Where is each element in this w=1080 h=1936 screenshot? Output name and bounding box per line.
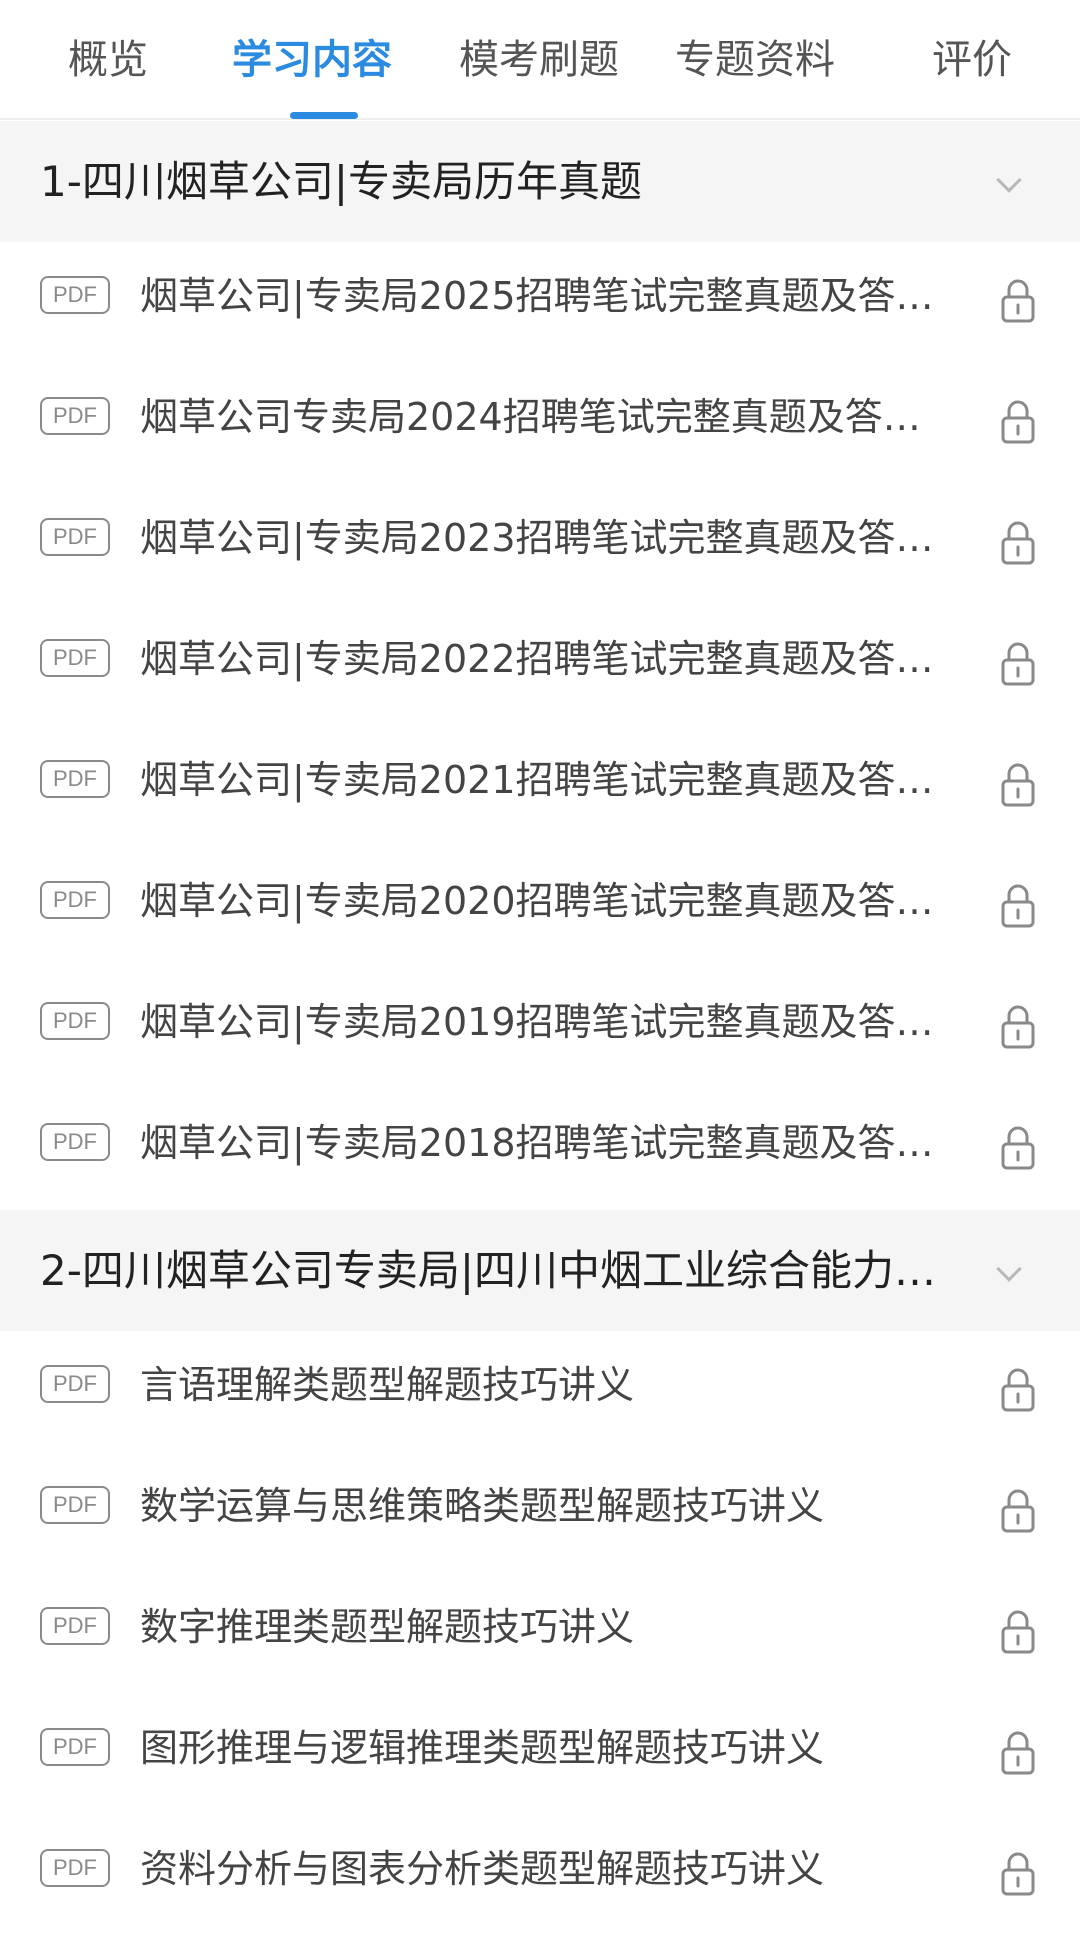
tab-bar: 概览 学习内容 模考刷题 专题资料 评价 xyxy=(0,0,1080,120)
item-title: 烟草公司|专卖局2019招聘笔试完整真题及答… xyxy=(140,1000,934,1044)
pdf-badge: PDF xyxy=(40,1728,110,1766)
lock-icon xyxy=(1001,1126,1035,1170)
pdf-badge: PDF xyxy=(40,639,110,677)
tab-overview[interactable]: 概览 xyxy=(68,28,148,92)
chevron-down-icon xyxy=(996,1256,1022,1282)
list-item[interactable]: PDF 数字推理类题型解题技巧讲义 xyxy=(0,1573,1080,1694)
lock-icon xyxy=(1001,642,1035,686)
item-title: 烟草公司专卖局2024招聘笔试完整真题及答… xyxy=(140,395,921,439)
pdf-badge: PDF xyxy=(40,1123,110,1161)
list-item[interactable]: PDF 数学运算与思维策略类题型解题技巧讲义 xyxy=(0,1452,1080,1573)
list-item[interactable]: PDF 图形推理与逻辑推理类题型解题技巧讲义 xyxy=(0,1694,1080,1815)
item-title: 资料分析与图表分析类题型解题技巧讲义 xyxy=(140,1847,825,1891)
pdf-badge: PDF xyxy=(40,881,110,919)
section-title: 2-四川烟草公司专卖局|四川中烟工业综合能力… xyxy=(40,1246,937,1295)
pdf-badge: PDF xyxy=(40,276,110,314)
active-tab-indicator xyxy=(290,112,358,119)
section-header-2[interactable]: 2-四川烟草公司专卖局|四川中烟工业综合能力… xyxy=(0,1210,1080,1331)
lock-icon xyxy=(1001,1852,1035,1896)
lock-icon xyxy=(1001,1731,1035,1775)
list-item[interactable]: PDF 烟草公司|专卖局2022招聘笔试完整真题及答… xyxy=(0,605,1080,726)
lock-icon xyxy=(1001,1368,1035,1412)
pdf-badge: PDF xyxy=(40,1002,110,1040)
item-title: 言语理解类题型解题技巧讲义 xyxy=(140,1363,635,1407)
tab-reviews[interactable]: 评价 xyxy=(932,28,1012,92)
list-item[interactable]: PDF 烟草公司|专卖局2023招聘笔试完整真题及答… xyxy=(0,484,1080,605)
chevron-down-icon xyxy=(996,167,1022,193)
list-item[interactable]: PDF 烟草公司|专卖局2021招聘笔试完整真题及答… xyxy=(0,726,1080,847)
item-title: 数字推理类题型解题技巧讲义 xyxy=(140,1605,635,1649)
list-item[interactable]: PDF 烟草公司|专卖局2019招聘笔试完整真题及答… xyxy=(0,968,1080,1089)
list-item[interactable]: PDF 言语理解类题型解题技巧讲义 xyxy=(0,1331,1080,1452)
pdf-badge: PDF xyxy=(40,1607,110,1645)
lock-icon xyxy=(1001,763,1035,807)
item-title: 烟草公司|专卖局2023招聘笔试完整真题及答… xyxy=(140,516,934,560)
pdf-badge: PDF xyxy=(40,397,110,435)
pdf-badge: PDF xyxy=(40,518,110,556)
list-item[interactable]: PDF 烟草公司|专卖局2020招聘笔试完整真题及答… xyxy=(0,847,1080,968)
item-title: 烟草公司|专卖局2025招聘笔试完整真题及答… xyxy=(140,274,934,318)
list-item[interactable]: PDF 烟草公司|专卖局2018招聘笔试完整真题及答… xyxy=(0,1089,1080,1210)
lock-icon xyxy=(1001,400,1035,444)
lock-icon xyxy=(1001,1489,1035,1533)
item-title: 烟草公司|专卖局2018招聘笔试完整真题及答… xyxy=(140,1121,934,1165)
item-title: 烟草公司|专卖局2022招聘笔试完整真题及答… xyxy=(140,637,934,681)
list-item[interactable]: PDF 烟草公司专卖局2024招聘笔试完整真题及答… xyxy=(0,363,1080,484)
pdf-badge: PDF xyxy=(40,1849,110,1887)
item-title: 烟草公司|专卖局2021招聘笔试完整真题及答… xyxy=(140,758,934,802)
lock-icon xyxy=(1001,521,1035,565)
section-title: 1-四川烟草公司|专卖局历年真题 xyxy=(40,157,643,206)
tab-learning-content[interactable]: 学习内容 xyxy=(232,28,392,92)
item-title: 数学运算与思维策略类题型解题技巧讲义 xyxy=(140,1484,825,1528)
lock-icon xyxy=(1001,279,1035,323)
pdf-badge: PDF xyxy=(40,1365,110,1403)
pdf-badge: PDF xyxy=(40,760,110,798)
item-title: 烟草公司|专卖局2020招聘笔试完整真题及答… xyxy=(140,879,934,923)
tab-mock-exam[interactable]: 模考刷题 xyxy=(459,28,619,92)
list-item[interactable]: PDF 烟草公司|专卖局2025招聘笔试完整真题及答… xyxy=(0,242,1080,363)
list-item[interactable]: PDF 资料分析与图表分析类题型解题技巧讲义 xyxy=(0,1815,1080,1936)
tab-special-materials[interactable]: 专题资料 xyxy=(675,28,835,92)
section-header-1[interactable]: 1-四川烟草公司|专卖局历年真题 xyxy=(0,121,1080,242)
item-title: 图形推理与逻辑推理类题型解题技巧讲义 xyxy=(140,1726,825,1770)
lock-icon xyxy=(1001,884,1035,928)
lock-icon xyxy=(1001,1610,1035,1654)
lock-icon xyxy=(1001,1005,1035,1049)
pdf-badge: PDF xyxy=(40,1486,110,1524)
